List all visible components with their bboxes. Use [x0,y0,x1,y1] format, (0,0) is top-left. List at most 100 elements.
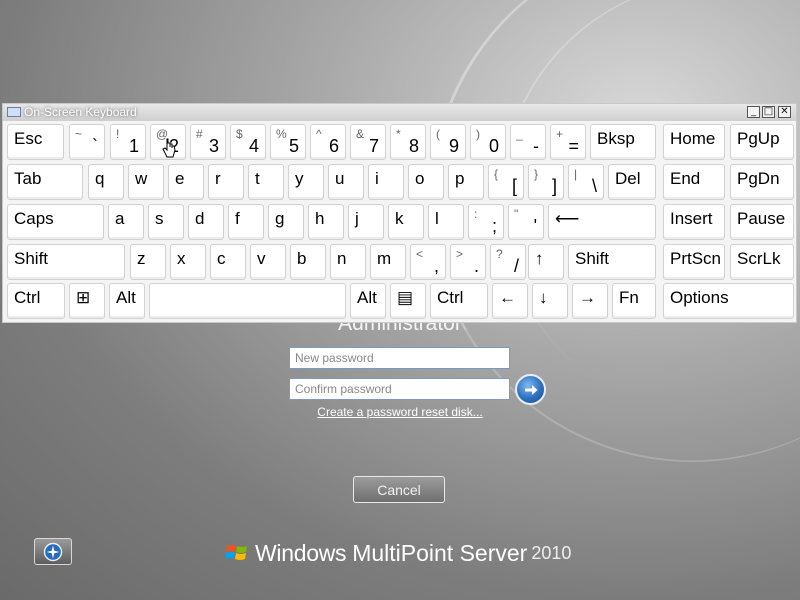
key-b[interactable]: b [290,244,326,280]
close-button[interactable]: ✕ [778,106,791,118]
key-slash[interactable]: ? / [490,244,526,280]
cancel-button[interactable]: Cancel [353,476,445,503]
key-caps[interactable]: Caps [7,204,104,240]
confirm-password-field[interactable] [289,378,510,400]
key-fn[interactable]: Fn [612,283,656,319]
key-label: Home [670,129,716,148]
key-m[interactable]: m [370,244,406,280]
key-r[interactable]: r [208,164,244,200]
key-f[interactable]: f [228,204,264,240]
key-d[interactable]: d [188,204,224,240]
key-backtick[interactable]: ~ ` [69,124,105,160]
key-ralt[interactable]: Alt [350,283,386,319]
key-h[interactable]: h [308,204,344,240]
key-lshift[interactable]: Shift [7,244,125,280]
key-equals[interactable]: + = [550,124,586,160]
key-x[interactable]: x [170,244,206,280]
key-pgup[interactable]: PgUp [730,124,794,160]
key-3[interactable]: #3 [190,124,226,160]
key-9[interactable]: (9 [430,124,466,160]
key-4[interactable]: $4 [230,124,266,160]
key-rshift[interactable]: Shift [568,244,656,280]
key-lbracket[interactable]: {[ [488,164,524,200]
key-v[interactable]: v [250,244,286,280]
key-esc[interactable]: Esc [7,124,64,160]
password-reset-link[interactable]: Create a password reset disk... [0,405,800,419]
key-i[interactable]: i [368,164,404,200]
key-l[interactable]: l [428,204,464,240]
key-quote[interactable]: " ' [508,204,544,240]
key-end[interactable]: End [663,164,725,200]
key-tab[interactable]: Tab [7,164,83,200]
key-win[interactable]: ⊞ [69,283,105,319]
key-s[interactable]: s [148,204,184,240]
key-p[interactable]: p [448,164,484,200]
key-shift-label: ^ [316,127,322,141]
key-menu[interactable]: ▤ [390,283,426,319]
key-a[interactable]: a [108,204,144,240]
key-label: i [375,169,379,188]
key-shift-label: _ [516,127,523,141]
key-lalt[interactable]: Alt [109,283,145,319]
key-insert[interactable]: Insert [663,204,725,240]
key-label: 7 [368,136,379,156]
key-down[interactable]: ↓ [532,283,568,319]
key-backslash[interactable]: | \ [568,164,604,200]
key-pgdn[interactable]: PgDn [730,164,794,200]
key-g[interactable]: g [268,204,304,240]
key-e[interactable]: e [168,164,204,200]
key-6[interactable]: ^ 6 [310,124,346,160]
key-5[interactable]: % 5 [270,124,306,160]
minimize-button[interactable]: _ [747,106,760,118]
submit-arrow-button[interactable] [515,374,546,405]
key-home[interactable]: Home [663,124,725,160]
key-bksp[interactable]: Bksp [590,124,656,160]
key-lctrl[interactable]: Ctrl [7,283,65,319]
key-q[interactable]: q [88,164,124,200]
keyboard-title-bar[interactable]: On-Screen Keyboard _ □ ✕ [3,104,796,121]
key-semicolon[interactable]: :; [468,204,504,240]
key-k[interactable]: k [388,204,424,240]
key-rctrl[interactable]: Ctrl [430,283,488,319]
key-options[interactable]: Options [663,283,794,319]
key-label: ↑ [535,249,544,268]
key-label: t [255,169,260,188]
restore-button[interactable]: □ [762,106,775,118]
key-j[interactable]: j [348,204,384,240]
key-period[interactable]: >. [450,244,486,280]
key-8[interactable]: * 8 [390,124,426,160]
key-rbracket[interactable]: }] [528,164,564,200]
key-w[interactable]: w [128,164,164,200]
key-c[interactable]: c [210,244,246,280]
ease-of-access-icon [43,542,63,561]
key-y[interactable]: y [288,164,324,200]
key-minus[interactable]: _ - [510,124,546,160]
key-comma[interactable]: <, [410,244,446,280]
key-0[interactable]: ) 0 [470,124,506,160]
key-prtscn[interactable]: PrtScn [663,244,725,280]
key-z[interactable]: z [130,244,166,280]
key-del[interactable]: Del [608,164,656,200]
key-pause[interactable]: Pause [730,204,794,240]
key-up[interactable]: ↑ [528,244,564,280]
key-enter[interactable]: ⟵ [548,204,656,240]
key-label: w [135,169,148,188]
key-label: Ctrl [14,288,41,307]
key-label: 0 [488,136,499,156]
key-o[interactable]: o [408,164,444,200]
key-label: ' [533,216,537,236]
key-u[interactable]: u [328,164,364,200]
key-label: PgUp [737,129,780,148]
key-label: . [473,256,479,276]
ease-of-access-button[interactable] [34,538,72,565]
keyboard-title: On-Screen Keyboard [24,105,137,119]
key-space[interactable] [149,283,346,319]
key-right[interactable]: → [572,283,608,319]
key-n[interactable]: n [330,244,366,280]
key-7[interactable]: & 7 [350,124,386,160]
key-scrlk[interactable]: ScrLk [730,244,794,280]
key-left[interactable]: ← [492,283,528,319]
new-password-field[interactable] [289,347,510,369]
key-t[interactable]: t [248,164,284,200]
key-1[interactable]: ! 1 [110,124,146,160]
